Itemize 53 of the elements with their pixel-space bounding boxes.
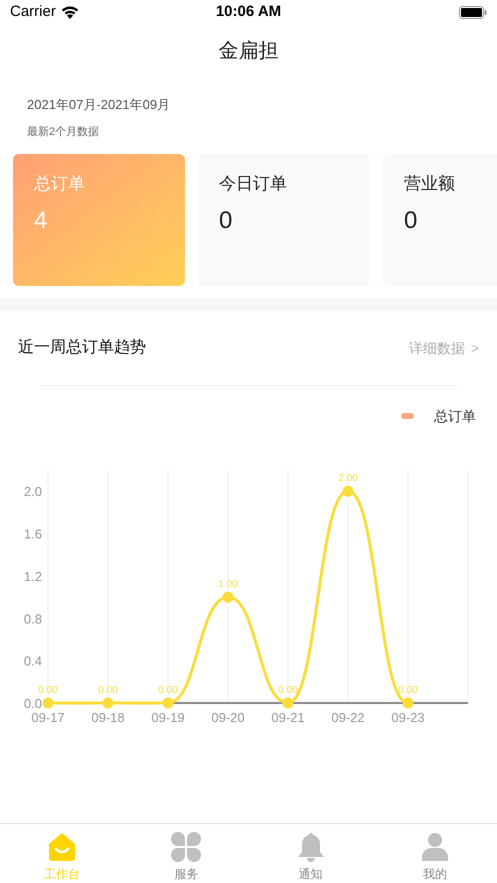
x-tick-label: 09-18 <box>91 710 125 725</box>
x-tick-label: 09-22 <box>331 710 365 725</box>
data-note: 最新2个月数据 <box>27 124 100 140</box>
x-tick-label: 09-19 <box>151 710 185 725</box>
stat-card[interactable]: 营业额 0 <box>383 154 497 286</box>
stat-label: 总订单 <box>34 173 85 195</box>
battery-icon <box>459 6 487 19</box>
stat-value: 4 <box>34 206 48 236</box>
value-label: 0.00 <box>278 685 298 696</box>
tab-item[interactable]: 我的 <box>372 824 497 883</box>
x-tick-label: 09-17 <box>31 710 65 725</box>
x-tick-label: 09-21 <box>271 710 305 725</box>
x-tick-label: 09-23 <box>391 710 425 725</box>
details-link[interactable]: 详细数据 > <box>408 338 479 358</box>
data-point <box>342 486 354 497</box>
x-tick-label: 09-20 <box>211 710 245 725</box>
stat-label: 营业额 <box>404 173 455 195</box>
value-label: 2.00 <box>338 473 358 484</box>
page-title: 金扁担 <box>218 39 278 64</box>
legend-label: 总订单 <box>434 406 476 426</box>
data-point <box>282 698 294 708</box>
stat-value: 0 <box>219 206 232 236</box>
y-tick-label: 0.0 <box>24 696 42 711</box>
section-title: 近一周总订单趋势 <box>18 338 146 358</box>
clock: 10:06 AM <box>216 2 282 22</box>
data-point <box>102 698 114 708</box>
y-tick-label: 1.2 <box>24 568 42 584</box>
stat-value: 0 <box>404 206 418 236</box>
date-range: 2021年07月-2021年09月 <box>27 96 170 114</box>
data-point <box>162 698 174 708</box>
y-tick-label: 2.0 <box>24 484 42 500</box>
y-tick-label: 0.8 <box>24 611 42 626</box>
wifi-icon <box>60 6 79 19</box>
tab-item[interactable]: 服务 <box>124 824 248 883</box>
y-tick-label: 1.6 <box>24 526 42 542</box>
value-label: 0.00 <box>38 685 58 696</box>
value-label: 0.00 <box>98 685 118 696</box>
clover-icon <box>171 832 202 862</box>
house-icon <box>48 832 76 862</box>
data-point <box>222 592 234 603</box>
bell-icon <box>296 832 325 862</box>
value-label: 0.00 <box>158 685 178 696</box>
data-point <box>402 698 414 708</box>
stat-label: 今日订单 <box>219 173 287 195</box>
value-label: 0.00 <box>398 685 418 696</box>
stat-card[interactable]: 总订单 4 <box>13 154 185 286</box>
value-label: 1.00 <box>218 579 238 590</box>
person-icon <box>420 832 449 862</box>
data-point <box>42 698 54 708</box>
carrier-name: Carrier <box>10 2 56 22</box>
y-tick-label: 0.4 <box>24 654 42 669</box>
stat-card[interactable]: 今日订单 0 <box>198 154 370 286</box>
tab-item[interactable]: 通知 <box>248 824 373 883</box>
